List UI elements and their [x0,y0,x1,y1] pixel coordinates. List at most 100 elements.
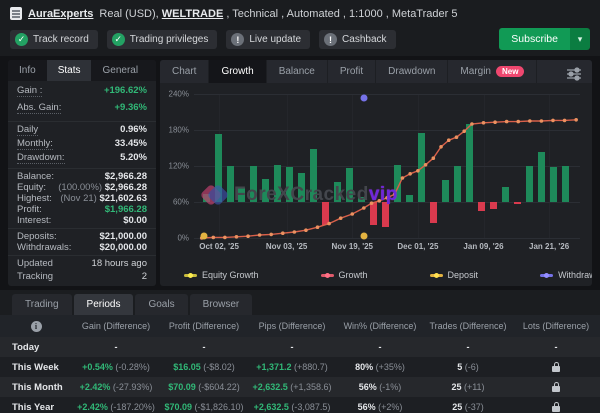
tab-label: Info [19,65,36,76]
badge-trading-privileges[interactable]: ✓Trading privileges [107,30,218,49]
stat-label: Abs. Gain: [17,102,61,114]
badge-label: Cashback [342,34,386,45]
subscribe-button[interactable]: Subscribe ▾ [499,28,590,50]
stat-label: Equity: [17,182,46,193]
table-cell: - [160,337,248,357]
periods-table: iGain (Difference)Profit (Difference)Pip… [0,315,600,413]
stat-label: Updated [17,258,53,269]
stat-label: Deposits: [17,231,57,242]
stat-row-absgain: Abs. Gain:+9.36% [17,102,147,119]
chart-tab-margin[interactable]: Margin New [448,60,537,83]
table-cell: - [424,337,512,357]
subscribe-label[interactable]: Subscribe [499,28,570,50]
stat-row-drawdown: Drawdown:5.20% [17,152,147,166]
stats-tab-stats[interactable]: Stats [47,60,92,81]
badge-track-record[interactable]: ✓Track record [10,30,98,49]
legend-equity-growth[interactable]: Equity Growth [184,270,259,280]
stat-row-withdrawals: Withdrawals:$20,000.00 [17,242,147,253]
table-cell: $70.09 (-$1,826.10) [160,397,248,413]
table-cell: 56% (+2%) [336,397,424,413]
stat-label: Drawdown: [17,152,65,164]
lock-icon [552,386,560,392]
legend-growth[interactable]: Growth [321,270,368,280]
y-tick-label: 0% [177,234,189,243]
chart-tab-growth[interactable]: Growth [209,60,266,83]
legend-marker-icon [430,274,443,277]
chart-tab-chart[interactable]: Chart [160,60,209,83]
stats-tab-info[interactable]: Info [8,60,47,81]
table-cell [512,357,600,377]
stat-label: Monthly: [17,138,53,150]
stat-label: Balance: [17,171,54,182]
y-tick-label: 180% [169,126,189,135]
tab-label: Stats [58,65,81,76]
table-cell: +2.42% (-27.93%) [72,377,160,397]
stat-row-highest: Highest:(Nov 21) $21,602.63 [17,193,147,204]
bottom-tab-trading[interactable]: Trading [12,294,72,315]
stat-row-monthly: Monthly:33.45% [17,138,147,152]
badge-live-update[interactable]: !Live update [226,30,310,49]
chart-tab-drawdown[interactable]: Drawdown [376,60,448,83]
y-tick-label: 60% [173,198,189,207]
new-badge: New [496,66,524,77]
y-gridline [194,238,580,239]
chart-tab-balance[interactable]: Balance [267,60,328,83]
stat-row-deposits: Deposits:$21,000.00 [17,231,147,242]
growth-chart: Oct 02, '25Nov 03, '25Nov 19, '25Dec 01,… [194,94,580,238]
x-tick-label: Dec 01, '25 [397,242,438,251]
stat-row-balance: Balance: $2,966.28 [17,171,147,182]
stat-label: Withdrawals: [17,242,71,253]
legend-deposit[interactable]: Deposit [430,270,479,280]
lock-icon [552,366,560,372]
chevron-down-icon[interactable]: ▾ [570,28,590,50]
legend-withdrawal[interactable]: Withdrawal [540,270,592,280]
table-cell: $16.05 (-$8.02) [160,357,248,377]
table-cell: 25 (-37) [424,397,512,413]
table-cell: +1,371.2 (+880.7) [248,357,336,377]
table-row-this-month: This Month+2.42% (-27.93%)$70.09 (-$604.… [0,377,600,397]
tab-label: General [102,65,138,76]
withdrawal-marker [360,95,367,102]
stat-row-profit: Profit:$1,966.28 [17,204,147,215]
periods-table-header: iGain (Difference)Profit (Difference)Pip… [0,315,600,337]
bottom-tab-browser[interactable]: Browser [190,294,253,315]
table-cell: 5 (-6) [424,357,512,377]
column-header: Trades (Difference) [424,315,512,337]
chart-plot-area: Oct 02, '25Nov 03, '25Nov 19, '25Dec 01,… [194,94,580,238]
column-header: Profit (Difference) [160,315,248,337]
column-header: Win% (Difference) [336,315,424,337]
stat-label: Gain : [17,85,42,97]
stat-value: $0.00 [123,215,147,226]
sliders-icon[interactable] [566,66,582,85]
account-name-link[interactable]: AuraExperts [28,8,93,20]
bottom-tab-goals[interactable]: Goals [135,294,187,315]
badge-cashback[interactable]: !Cashback [319,30,395,49]
stat-value: +196.62% [104,85,147,96]
account-title-row: AuraExperts Real (USD), WELTRADE , Techn… [10,7,457,20]
tab-label: Balance [279,66,315,77]
table-row-today: Today------ [0,337,600,357]
bottom-panel: TradingPeriodsGoalsBrowser iGain (Differ… [0,290,600,413]
tab-label: Growth [221,66,253,77]
chart-panel: Chart Growth Balance ProfitDrawdown Margin Ne… [160,60,592,286]
stat-label: Daily [17,124,38,136]
stat-row-equity: Equity:(100.00%) $2,966.28 [17,182,147,193]
column-header: Pips (Difference) [248,315,336,337]
stats-tab-general[interactable]: General [91,60,149,81]
table-cell: +0.54% (-0.28%) [72,357,160,377]
broker-link[interactable]: WELTRADE [162,8,224,20]
badge-label: Trading privileges [130,34,209,45]
legend-label: Deposit [448,270,479,280]
page-header: AuraExperts Real (USD), WELTRADE , Techn… [0,0,600,56]
chart-tab-profit[interactable]: Profit [328,60,376,83]
stat-value: 18 hours ago [92,258,147,269]
table-cell: $70.09 (-$604.22) [160,377,248,397]
bottom-tab-periods[interactable]: Periods [74,294,134,315]
tab-label: Margin [460,66,491,77]
legend-marker-icon [321,274,334,277]
info-icon[interactable]: i [0,315,72,337]
stat-row-tracking: Tracking2 [17,271,147,284]
stat-row-updated: Updated 18 hours ago [17,258,147,271]
tab-label: Chart [172,66,196,77]
stat-value: $2,966.28 [105,171,147,182]
